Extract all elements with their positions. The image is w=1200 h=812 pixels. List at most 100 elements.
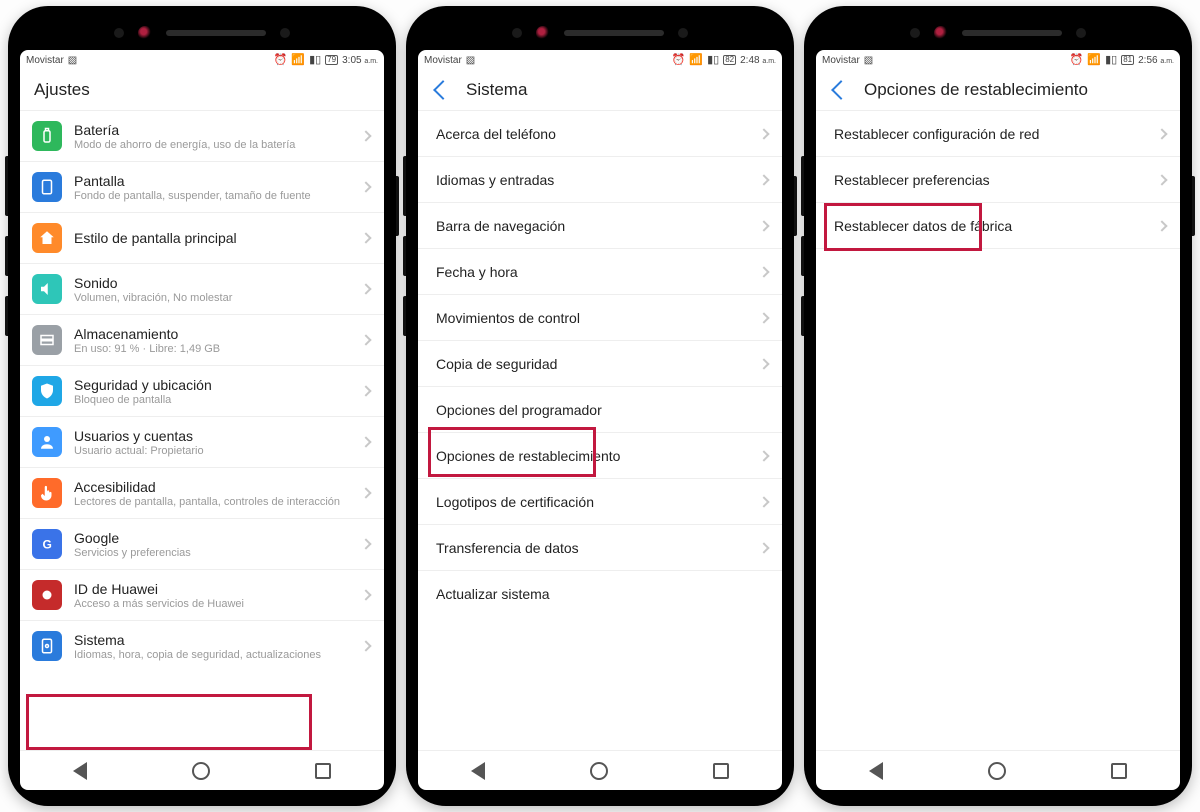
nav-bar (20, 750, 384, 790)
status-bar: Movistar▧ ⏰ 📶 ▮▯ 82 2:48 a.m. (418, 50, 782, 70)
side-button (5, 156, 8, 216)
list-item[interactable]: Idiomas y entradas (418, 157, 782, 203)
display-icon (32, 172, 62, 202)
row-subtitle: Volumen, vibración, No molestar (74, 292, 350, 304)
nav-home-icon[interactable] (590, 762, 608, 780)
chevron-right-icon (758, 358, 769, 369)
nav-back-icon[interactable] (869, 762, 883, 780)
clock-label: 2:56 a.m. (1138, 55, 1174, 66)
list-item[interactable]: Copia de seguridad (418, 341, 782, 387)
row-title: Acerca del teléfono (436, 126, 748, 142)
list-item[interactable]: Fecha y hora (418, 249, 782, 295)
list-item[interactable]: Restablecer preferencias (816, 157, 1180, 203)
list-item[interactable]: Logotipos de certificación (418, 479, 782, 525)
list-item[interactable]: Restablecer configuración de red (816, 111, 1180, 157)
picture-icon: ▧ (466, 55, 475, 66)
settings-row-usuarios[interactable]: Usuarios y cuentasUsuario actual: Propie… (20, 417, 384, 468)
nav-back-icon[interactable] (471, 762, 485, 780)
wifi-icon: 📶 (689, 55, 703, 66)
wifi-icon: 📶 (291, 55, 305, 66)
settings-row-google[interactable]: G GoogleServicios y preferencias (20, 519, 384, 570)
phone-frame-2: Movistar▧ ⏰ 📶 ▮▯ 82 2:48 a.m. Sistema Ac… (406, 6, 794, 806)
row-title: Almacenamiento (74, 326, 350, 342)
row-title: Barra de navegación (436, 218, 748, 234)
row-title: ID de Huawei (74, 581, 350, 597)
chevron-right-icon (758, 174, 769, 185)
row-subtitle: En uso: 91 % · Libre: 1,49 GB (74, 343, 350, 355)
nav-recent-icon[interactable] (1111, 763, 1127, 779)
page-title: Ajustes (20, 70, 384, 111)
chevron-right-icon (360, 385, 371, 396)
back-arrow-icon[interactable] (433, 80, 453, 100)
row-title: Accesibilidad (74, 479, 350, 495)
clock-label: 3:05 a.m. (342, 55, 378, 66)
list-item-restablecer-fabrica[interactable]: Restablecer datos de fábrica (816, 203, 1180, 249)
list-item-opciones-restablecimiento[interactable]: Opciones de restablecimiento (418, 433, 782, 479)
chevron-right-icon (758, 542, 769, 553)
settings-row-sonido[interactable]: SonidoVolumen, vibración, No molestar (20, 264, 384, 315)
chevron-right-icon (1156, 220, 1167, 231)
list-item[interactable]: Opciones del programador (418, 387, 782, 433)
page-header: Sistema (418, 70, 782, 111)
row-title: Pantalla (74, 173, 350, 189)
carrier-label: Movistar (424, 55, 462, 66)
settings-row-sistema[interactable]: SistemaIdiomas, hora, copia de seguridad… (20, 621, 384, 671)
google-icon: G (32, 529, 62, 559)
row-title: Copia de seguridad (436, 356, 748, 372)
row-title: Usuarios y cuentas (74, 428, 350, 444)
sound-icon (32, 274, 62, 304)
signal-icon: ▮▯ (309, 55, 321, 66)
list-item[interactable]: Acerca del teléfono (418, 111, 782, 157)
nav-recent-icon[interactable] (713, 763, 729, 779)
row-title: Sonido (74, 275, 350, 291)
nav-back-icon[interactable] (73, 762, 87, 780)
nav-home-icon[interactable] (988, 762, 1006, 780)
chevron-right-icon (360, 640, 371, 651)
list-item[interactable]: Movimientos de control (418, 295, 782, 341)
chevron-right-icon (360, 589, 371, 600)
chevron-right-icon (360, 334, 371, 345)
row-title: Logotipos de certificación (436, 494, 748, 510)
system-icon (32, 631, 62, 661)
chevron-right-icon (360, 181, 371, 192)
row-title: Actualizar sistema (436, 586, 748, 602)
chevron-right-icon (360, 283, 371, 294)
settings-row-bateria[interactable]: BateríaModo de ahorro de energía, uso de… (20, 111, 384, 162)
settings-row-huawei[interactable]: ID de HuaweiAcceso a más servicios de Hu… (20, 570, 384, 621)
row-title: Transferencia de datos (436, 540, 748, 556)
row-subtitle: Fondo de pantalla, suspender, tamaño de … (74, 190, 350, 202)
highlight-box (26, 694, 312, 750)
battery-icon: 82 (723, 55, 736, 65)
chevron-right-icon (360, 130, 371, 141)
row-title: Sistema (74, 632, 350, 648)
settings-row-accesibilidad[interactable]: AccesibilidadLectores de pantalla, panta… (20, 468, 384, 519)
settings-row-almacenamiento[interactable]: AlmacenamientoEn uso: 91 % · Libre: 1,49… (20, 315, 384, 366)
settings-row-estilo[interactable]: Estilo de pantalla principal (20, 213, 384, 264)
clock-label: 2:48 a.m. (740, 55, 776, 66)
user-icon (32, 427, 62, 457)
status-bar: Movistar ▧ ⏰ 📶 ▮▯ 79 3:05 a.m. (20, 50, 384, 70)
row-subtitle: Acceso a más servicios de Huawei (74, 598, 350, 610)
settings-row-seguridad[interactable]: Seguridad y ubicaciónBloqueo de pantalla (20, 366, 384, 417)
page-header: Opciones de restablecimiento (816, 70, 1180, 111)
chevron-right-icon (1156, 174, 1167, 185)
list-item[interactable]: Barra de navegación (418, 203, 782, 249)
row-title: Seguridad y ubicación (74, 377, 350, 393)
chevron-right-icon (758, 496, 769, 507)
row-subtitle: Modo de ahorro de energía, uso de la bat… (74, 139, 350, 151)
nav-home-icon[interactable] (192, 762, 210, 780)
list-item[interactable]: Transferencia de datos (418, 525, 782, 571)
alarm-icon: ⏰ (672, 55, 686, 66)
back-arrow-icon[interactable] (831, 80, 851, 100)
shield-icon (32, 376, 62, 406)
row-title: Google (74, 530, 350, 546)
chevron-right-icon (758, 266, 769, 277)
side-button (5, 236, 8, 276)
nav-recent-icon[interactable] (315, 763, 331, 779)
settings-row-pantalla[interactable]: PantallaFondo de pantalla, suspender, ta… (20, 162, 384, 213)
chevron-right-icon (758, 450, 769, 461)
list-item[interactable]: Actualizar sistema (418, 571, 782, 617)
row-title: Estilo de pantalla principal (74, 230, 350, 246)
status-bar: Movistar▧ ⏰ 📶 ▮▯ 81 2:56 a.m. (816, 50, 1180, 70)
row-title: Restablecer configuración de red (834, 126, 1146, 142)
